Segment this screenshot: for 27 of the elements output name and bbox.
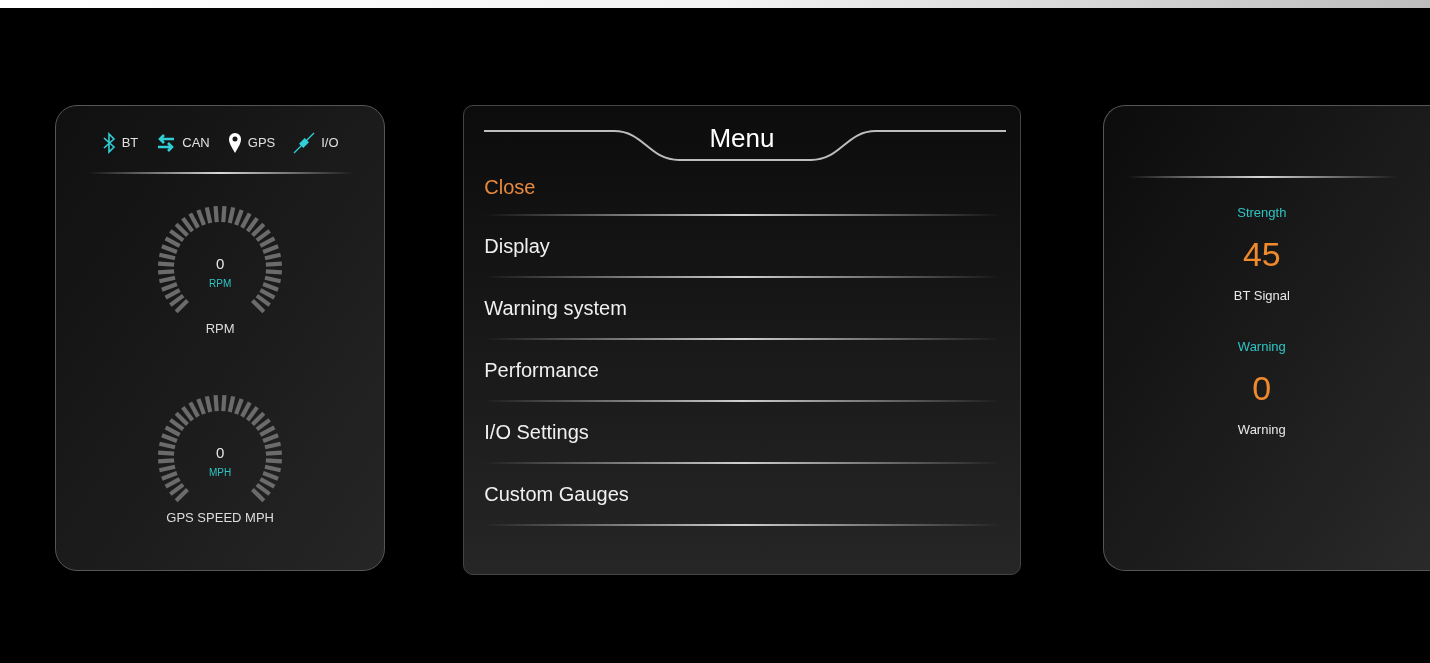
- readout-heading: Warning: [1237, 340, 1286, 353]
- status-label: BT: [121, 134, 139, 153]
- bluetooth-icon: [101, 132, 116, 154]
- gauge-label: RPM: [205, 322, 235, 335]
- gauge-value: 0: [215, 445, 225, 460]
- menu-item[interactable]: Performance: [464, 340, 1020, 400]
- gauge-value: 0: [215, 256, 225, 271]
- menu-item[interactable]: Warning system: [464, 278, 1020, 338]
- plug-icon: [293, 132, 316, 154]
- status-label: GPS: [247, 134, 276, 153]
- menu-item[interactable]: Display: [464, 216, 1020, 276]
- readout-value: 0: [1252, 371, 1272, 405]
- status-label: I/O: [321, 134, 339, 153]
- menu-title: Menu: [709, 125, 775, 151]
- readout-label: Warning: [1237, 423, 1286, 436]
- gauge-label: GPS SPEED MPH: [166, 511, 274, 524]
- readout-heading: Strength: [1237, 206, 1287, 219]
- map-pin-icon: [227, 132, 242, 154]
- gauge-unit: MPH: [209, 468, 232, 478]
- swap-arrows-icon: [156, 133, 177, 153]
- menu-item[interactable]: Custom Gauges: [464, 464, 1020, 524]
- status-label: CAN: [182, 134, 210, 153]
- readout-label: BT Signal: [1233, 289, 1290, 302]
- menu-item[interactable]: Close: [464, 154, 1020, 214]
- readout-value: 45: [1242, 237, 1281, 271]
- menu-item[interactable]: I/O Settings: [464, 402, 1020, 462]
- gauge-unit: RPM: [209, 279, 232, 289]
